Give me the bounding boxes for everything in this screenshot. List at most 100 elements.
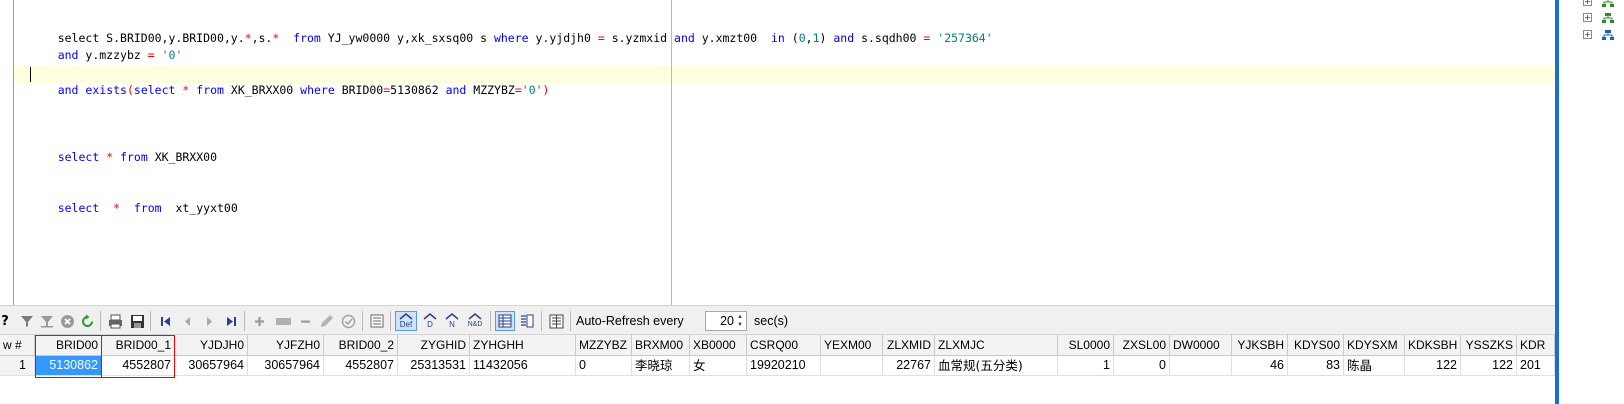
toolbar-separator xyxy=(150,311,151,331)
table-cell[interactable]: 25313531 xyxy=(398,356,470,376)
column-header[interactable]: YJKSBH xyxy=(1232,335,1288,356)
refresh-interval-input[interactable]: 20 ▲ ▼ xyxy=(705,311,747,331)
expand-icon[interactable]: + xyxy=(1583,30,1592,39)
column-header[interactable]: KDR xyxy=(1517,335,1555,356)
column-header[interactable]: KDKSBH xyxy=(1405,335,1461,356)
table-cell[interactable]: 201 xyxy=(1517,356,1555,376)
table-cell[interactable]: 女 xyxy=(690,356,747,376)
table-cell[interactable]: 46 xyxy=(1232,356,1288,376)
column-header[interactable]: KDYS00 xyxy=(1288,335,1344,356)
first-record-icon[interactable] xyxy=(156,311,174,331)
cancel-icon[interactable] xyxy=(58,311,76,331)
def-view-icon[interactable]: Def xyxy=(395,311,417,331)
n-view-icon[interactable]: N xyxy=(442,311,462,331)
table-cell[interactable]: 4552807 xyxy=(102,356,175,376)
interval-spinner[interactable]: ▲ ▼ xyxy=(735,313,745,329)
expand-icon[interactable]: + xyxy=(1583,0,1592,6)
column-header[interactable]: YSSZKS xyxy=(1461,335,1517,356)
filter-icon[interactable] xyxy=(18,311,36,331)
add-record-icon[interactable] xyxy=(250,311,268,331)
text-caret xyxy=(30,67,31,82)
grid-view-icon[interactable] xyxy=(495,311,515,331)
table-cell[interactable]: 122 xyxy=(1405,356,1461,376)
object-tree-panel: + + + xyxy=(1555,0,1624,404)
toolbar-separator xyxy=(570,311,571,331)
column-header[interactable]: BRID00_2 xyxy=(324,335,398,356)
filter-clear-icon[interactable] xyxy=(38,311,56,331)
tree-node-1[interactable]: + xyxy=(1583,0,1623,8)
view-node-icon xyxy=(1602,30,1614,40)
column-header[interactable]: DW0000 xyxy=(1170,335,1232,356)
column-header[interactable]: XB0000 xyxy=(690,335,747,356)
table-node-icon xyxy=(1602,0,1614,7)
column-header[interactable]: ZLXMID xyxy=(883,335,935,356)
table-cell[interactable]: 4552807 xyxy=(324,356,398,376)
table-cell[interactable] xyxy=(1170,356,1232,376)
column-header[interactable]: BRID00_1 xyxy=(102,335,175,356)
code-line-10[interactable]: select * from xt_yyxt00 xyxy=(30,184,238,215)
column-header[interactable]: CSRQ00 xyxy=(747,335,821,356)
edit-record-icon[interactable] xyxy=(316,311,336,331)
column-header[interactable]: ZYHGHH xyxy=(470,335,576,356)
table-cell[interactable]: 血常规(五分类) xyxy=(935,356,1058,376)
delete-record-icon[interactable] xyxy=(296,311,314,331)
tree-node-2[interactable]: + xyxy=(1583,12,1623,24)
row-number: 1 xyxy=(0,356,35,376)
code-line-4[interactable]: and exists(select * from XK_BRXX00 where… xyxy=(30,66,550,97)
toolbar-separator xyxy=(390,311,391,331)
table-cell[interactable]: 30657964 xyxy=(248,356,324,376)
code-line-2[interactable]: and y.mzzybz = '0' xyxy=(30,31,183,62)
nd-view-icon[interactable]: N&D xyxy=(464,311,486,331)
column-header[interactable]: YJDJH0 xyxy=(175,335,248,356)
insert-record-icon[interactable] xyxy=(272,311,294,331)
table-cell[interactable]: 122 xyxy=(1461,356,1517,376)
code-line-7[interactable]: select * from XK_BRXX00 xyxy=(30,133,217,164)
form-view-icon[interactable] xyxy=(517,311,537,331)
export-icon[interactable] xyxy=(546,311,566,331)
expand-icon[interactable]: + xyxy=(1583,13,1592,22)
sql-editor[interactable]: select S.BRID00,y.BRID00,y.*,s.* from YJ… xyxy=(0,0,1555,305)
help-icon[interactable]: ? xyxy=(0,311,10,331)
table-cell[interactable]: 22767 xyxy=(883,356,935,376)
table-cell[interactable]: 0 xyxy=(576,356,632,376)
table-cell-selected[interactable]: 5130862 xyxy=(35,356,102,376)
last-record-icon[interactable] xyxy=(222,311,240,331)
table-cell[interactable]: 1 xyxy=(1058,356,1114,376)
d-view-icon[interactable]: D xyxy=(420,311,440,331)
table-cell[interactable]: 30657964 xyxy=(175,356,248,376)
table-cell[interactable] xyxy=(821,356,883,376)
save-icon[interactable] xyxy=(128,311,146,331)
table-cell[interactable]: 11432056 xyxy=(470,356,576,376)
post-record-icon[interactable] xyxy=(338,311,358,331)
column-header[interactable]: SL0000 xyxy=(1058,335,1114,356)
refresh-icon[interactable] xyxy=(78,311,96,331)
column-header[interactable]: KDYSXM xyxy=(1344,335,1405,356)
auto-refresh-label: Auto-Refresh every xyxy=(576,314,684,328)
code-line-1[interactable]: select S.BRID00,y.BRID00,y.*,s.* from YJ… xyxy=(30,14,993,45)
next-record-icon[interactable] xyxy=(200,311,218,331)
panel-splitter[interactable] xyxy=(1555,0,1559,404)
toolbar-separator xyxy=(541,311,542,331)
column-header[interactable]: ZYGHID xyxy=(398,335,470,356)
print-icon[interactable] xyxy=(106,311,124,331)
row-indicator-header: w # xyxy=(0,335,35,356)
column-header[interactable]: YJFZH0 xyxy=(248,335,324,356)
column-header[interactable]: BRXM00 xyxy=(632,335,690,356)
prior-record-icon[interactable] xyxy=(178,311,196,331)
column-header[interactable]: BRID00 xyxy=(35,335,102,356)
highlight-annotation-divider xyxy=(101,336,102,377)
table-cell[interactable]: 陈晶 xyxy=(1344,356,1405,376)
toolbar-separator xyxy=(100,311,101,331)
column-header[interactable]: MZZYBZ xyxy=(576,335,632,356)
table-cell[interactable]: 0 xyxy=(1114,356,1170,376)
tree-node-3[interactable]: + xyxy=(1583,29,1623,41)
table-cell[interactable]: 83 xyxy=(1288,356,1344,376)
interval-unit-label: sec(s) xyxy=(754,314,789,328)
table-cell[interactable]: 19920210 xyxy=(747,356,821,376)
column-header[interactable]: YEXM00 xyxy=(821,335,883,356)
column-header[interactable]: ZLXMJC xyxy=(935,335,1058,356)
table-cell[interactable]: 李晓琼 xyxy=(632,356,690,376)
result-grid[interactable]: w # BRID00 BRID00_1 YJDJH0 YJFZH0 BRID00… xyxy=(0,335,1555,404)
blob-icon[interactable] xyxy=(368,311,386,331)
column-header[interactable]: ZXSL00 xyxy=(1114,335,1170,356)
